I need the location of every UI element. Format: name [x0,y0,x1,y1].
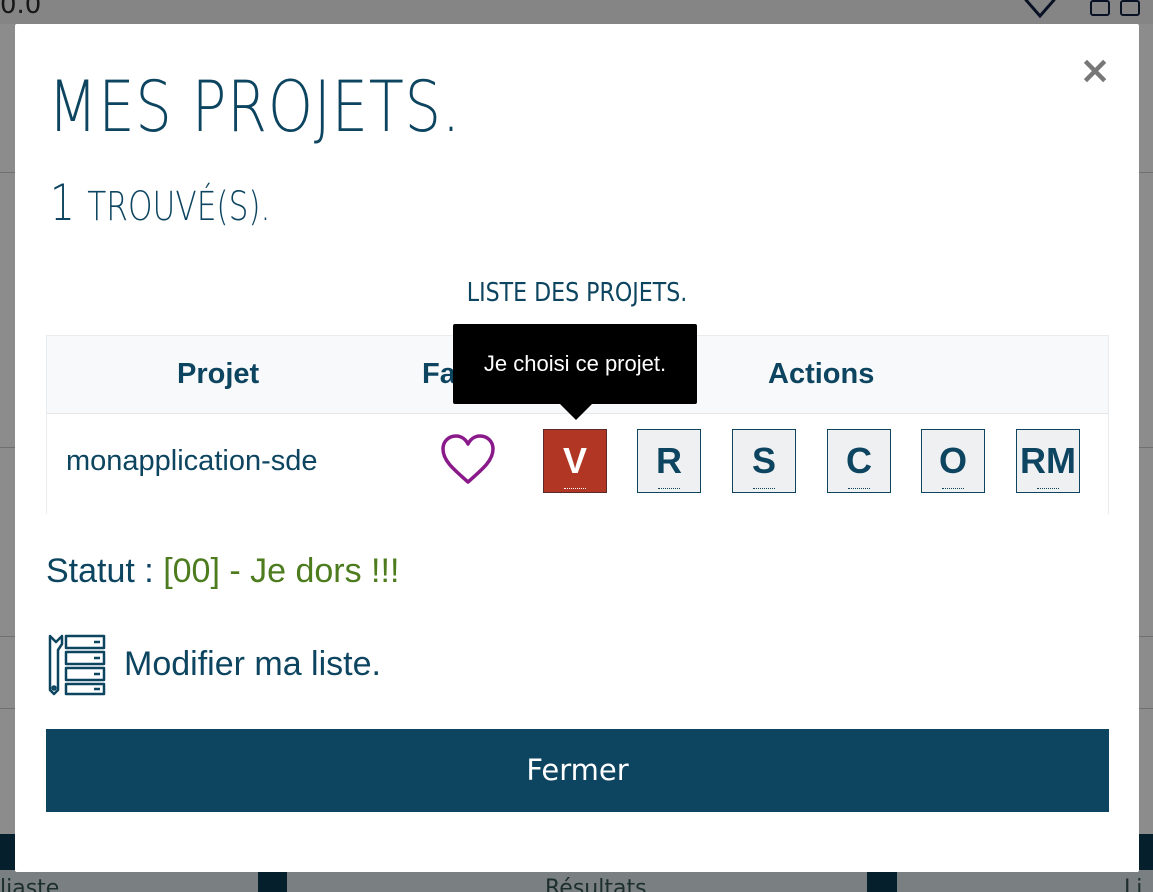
action-c-label: C [846,440,872,481]
action-v-label: V [562,440,587,481]
server-wrench-icon [48,634,106,696]
modify-list-label: Modifier ma liste. [124,644,381,683]
found-count: 1 TROUVÉ(S). [50,174,270,232]
action-r-label: R [656,440,682,481]
tooltip-arrow [560,404,592,420]
status-label: Statut : [46,552,154,590]
action-o-label: O [938,440,967,481]
modal-title: MES PROJETS. [48,66,461,148]
action-o-button[interactable]: O [921,429,985,493]
action-r-button[interactable]: R [637,429,701,493]
found-label: TROUVÉ(S). [87,184,271,230]
project-name: monapplication-sde [66,445,318,477]
tooltip: Je choisi ce projet. [453,324,697,404]
action-s-button[interactable]: S [732,429,796,493]
action-s-label: S [751,440,776,481]
header-favori: Fa [422,358,456,390]
status-value: [00] - Je dors !!! [163,552,400,590]
projects-modal: × MES PROJETS. 1 TROUVÉ(S). LISTE DES PR… [15,24,1139,872]
found-number: 1 [50,174,75,232]
action-c-button[interactable]: C [827,429,891,493]
header-actions: Actions [768,358,875,390]
close-icon[interactable]: × [1075,46,1115,94]
header-projet: Projet [177,358,260,390]
table-row: monapplication-sde V R S C O RM [47,415,1108,514]
fermer-button[interactable]: Fermer [46,729,1109,812]
list-title: LISTE DES PROJETS. [466,278,688,308]
action-v-button[interactable]: V [543,429,607,493]
action-rm-button[interactable]: RM [1016,429,1080,493]
status-line: Statut : [00] - Je dors !!! [46,552,399,591]
modify-list-link[interactable]: Modifier ma liste. [46,632,381,696]
action-rm-label: RM [1020,440,1076,481]
heart-icon[interactable] [440,434,496,486]
